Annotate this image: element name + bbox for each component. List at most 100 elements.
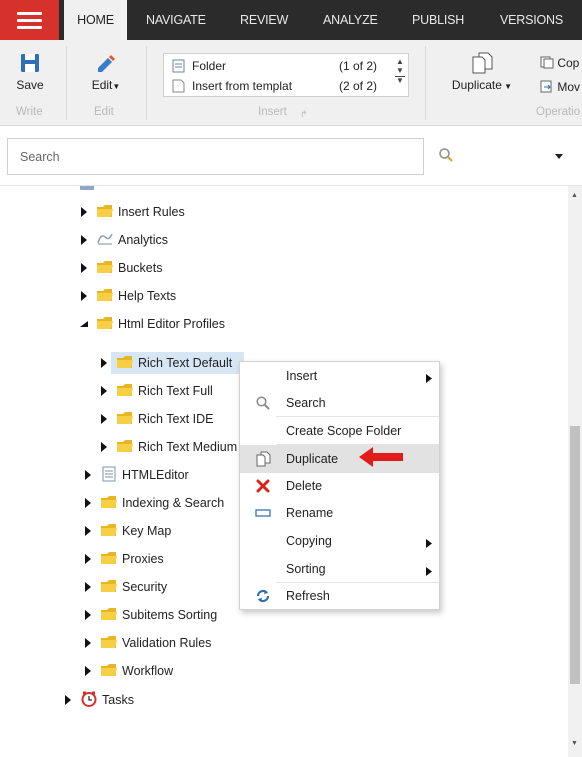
search-icon[interactable] xyxy=(438,147,454,163)
tree-expand-icon[interactable] xyxy=(100,441,108,453)
tree-node-label: Buckets xyxy=(118,261,163,275)
save-button[interactable]: Save xyxy=(12,52,48,92)
duplicate-label: Duplicate xyxy=(451,78,502,92)
tab-versions[interactable]: VERSIONS xyxy=(500,0,563,40)
menu-item-refresh[interactable]: Refresh xyxy=(240,582,439,610)
tree-expand-icon[interactable] xyxy=(84,469,92,481)
scroll-up-arrow[interactable]: ▲ xyxy=(571,192,578,199)
tree-collapse-icon[interactable] xyxy=(80,318,88,330)
tab-navigate[interactable]: NAVIGATE xyxy=(146,0,206,40)
write-group-label: Write xyxy=(16,106,43,118)
search-options-dropdown-icon[interactable] xyxy=(553,150,565,162)
insert-option-label: Folder xyxy=(192,59,227,73)
insert-scroll-arrows[interactable]: ▲ ▼ ▼ xyxy=(392,54,408,85)
tab-home[interactable]: HOME xyxy=(64,0,127,40)
menu-item-label: Duplicate xyxy=(286,452,339,466)
tab-publish[interactable]: PUBLISH xyxy=(412,0,464,40)
menu-item-search[interactable]: Search xyxy=(240,389,439,417)
save-label: Save xyxy=(16,78,44,92)
tree-expand-icon[interactable] xyxy=(84,581,92,593)
red-pointer-arrow-icon xyxy=(359,447,403,467)
tree-expand-icon[interactable] xyxy=(84,525,92,537)
tree-expand-icon[interactable] xyxy=(84,553,92,565)
folder-icon xyxy=(96,315,114,331)
duplicate-button[interactable]: Duplicate ▼ xyxy=(446,52,518,92)
insert-options-list: Folder (1 of 2) Insert from templat (2 o… xyxy=(163,53,409,97)
insert-option-folder[interactable]: Folder (1 of 2) xyxy=(164,56,410,76)
edit-icon xyxy=(98,55,115,72)
tab-analyze[interactable]: ANALYZE xyxy=(323,0,378,40)
edit-group-label: Edit xyxy=(94,106,114,118)
submenu-arrow-icon xyxy=(426,565,432,576)
tree-expand-icon[interactable] xyxy=(100,413,108,425)
menu-item-label: Rename xyxy=(286,506,334,520)
tree-expand-icon[interactable] xyxy=(80,262,88,274)
analytics-icon xyxy=(96,231,114,247)
expand-icon[interactable]: ▼ xyxy=(392,76,408,85)
menu-item-label: Insert xyxy=(286,369,318,383)
tree-expand-icon[interactable] xyxy=(84,609,92,621)
tree-node-label: Key Map xyxy=(122,524,172,538)
folder-icon xyxy=(116,410,134,426)
menu-item-copying[interactable]: Copying xyxy=(240,527,439,555)
menu-item-label: Search xyxy=(286,396,326,410)
hamburger-menu-button[interactable] xyxy=(0,0,59,40)
submenu-arrow-icon xyxy=(426,372,432,383)
tree-expand-icon[interactable] xyxy=(80,206,88,218)
rename-icon xyxy=(255,505,271,521)
tree-expand-icon[interactable] xyxy=(84,637,92,649)
menu-item-sorting[interactable]: Sorting xyxy=(240,555,439,583)
submenu-arrow-icon xyxy=(426,537,432,548)
menu-item-label: Refresh xyxy=(286,589,330,603)
copy-to-button[interactable]: Cop xyxy=(540,56,579,70)
move-to-button[interactable]: Mov xyxy=(540,80,580,94)
scroll-up-icon[interactable]: ▲ xyxy=(392,57,408,66)
tree-node-label: Indexing & Search xyxy=(122,496,225,510)
tab-review[interactable]: REVIEW xyxy=(240,0,288,40)
search-icon xyxy=(255,395,271,411)
scroll-thumb[interactable] xyxy=(570,426,580,684)
tree-expand-icon[interactable] xyxy=(84,665,92,677)
tree-expand-icon[interactable] xyxy=(100,357,108,369)
delete-icon xyxy=(255,478,271,494)
tree-node-label: Html Editor Profiles xyxy=(118,317,225,331)
tree-node-label: Analytics xyxy=(118,233,169,247)
tree-expand-icon[interactable] xyxy=(80,290,88,302)
insert-option-count: (2 of 2) xyxy=(339,79,378,93)
tree-node-label: Proxies xyxy=(122,552,164,566)
dialog-launcher-icon[interactable]: ↱ xyxy=(300,109,308,120)
template-icon xyxy=(172,79,185,93)
folder-icon xyxy=(116,354,134,370)
scroll-down-icon[interactable]: ▼ xyxy=(392,66,408,75)
insert-option-count: (1 of 2) xyxy=(339,59,378,73)
folder-icon xyxy=(116,438,134,454)
menu-item-create-scope-folder[interactable]: Create Scope Folder xyxy=(240,417,439,445)
ribbon-separator xyxy=(66,46,67,120)
tree-expand-icon[interactable] xyxy=(100,385,108,397)
folder-icon xyxy=(100,606,118,622)
tree-node-label: Rich Text Medium xyxy=(138,440,238,454)
ribbon-separator xyxy=(146,46,147,120)
tree-expand-icon[interactable] xyxy=(84,497,92,509)
operations-group-label: Operatio xyxy=(536,106,581,118)
menu-item-delete[interactable]: Delete xyxy=(240,472,439,500)
search-input[interactable] xyxy=(7,138,424,175)
clock-icon xyxy=(80,691,98,707)
scroll-down-arrow[interactable]: ▼ xyxy=(571,740,578,747)
tree-node-label: Help Texts xyxy=(118,289,177,303)
tree-expand-icon[interactable] xyxy=(64,694,72,706)
tree-node-label: Subitems Sorting xyxy=(122,608,218,622)
tree-expand-icon[interactable] xyxy=(80,234,88,246)
tree-scrollbar[interactable]: ▲ ▼ xyxy=(568,186,582,757)
move-icon xyxy=(540,80,552,93)
edit-button[interactable]: Edit▼ xyxy=(86,52,126,92)
insert-option-template[interactable]: Insert from templat (2 of 2) xyxy=(164,76,410,96)
menu-item-duplicate[interactable]: Duplicate xyxy=(240,445,439,473)
folder-icon xyxy=(100,634,118,650)
menu-item-insert[interactable]: Insert xyxy=(240,362,439,390)
folder-icon xyxy=(100,662,118,678)
folder-icon xyxy=(100,578,118,594)
menu-item-rename[interactable]: Rename xyxy=(240,499,439,527)
menu-item-label: Create Scope Folder xyxy=(286,424,402,438)
menu-item-label: Sorting xyxy=(286,562,326,576)
